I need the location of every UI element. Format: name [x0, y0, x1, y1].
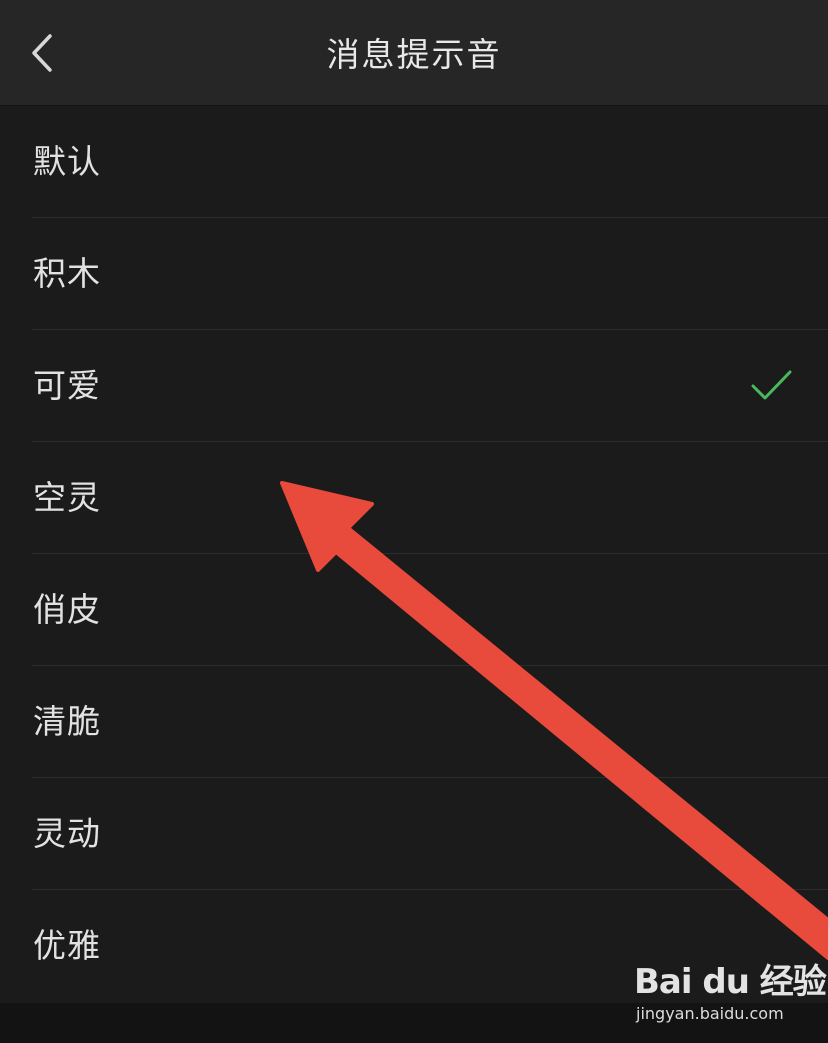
- navigation-bar: 消息提示音: [0, 0, 828, 106]
- list-item-selected[interactable]: 可爱: [0, 330, 828, 442]
- list-item[interactable]: 空灵: [0, 442, 828, 554]
- list-item[interactable]: 俏皮: [0, 554, 828, 666]
- list-item[interactable]: 默认: [0, 106, 828, 218]
- sound-option-label: 优雅: [33, 926, 101, 965]
- list-item[interactable]: 积木: [0, 218, 828, 330]
- sound-option-label: 灵动: [33, 814, 101, 853]
- message-tone-screen: 消息提示音 默认 积木 可爱 空灵 俏皮 清脆 灵动 优雅 Bai du 经验 …: [0, 0, 828, 1043]
- page-title: 消息提示音: [326, 35, 502, 74]
- back-button[interactable]: [18, 28, 68, 78]
- chevron-left-icon: [32, 34, 52, 72]
- sound-list: 默认 积木 可爱 空灵 俏皮 清脆 灵动 优雅: [0, 106, 828, 1002]
- list-item[interactable]: 灵动: [0, 778, 828, 890]
- sound-option-label: 清脆: [33, 702, 101, 741]
- list-item[interactable]: 优雅: [0, 890, 828, 1002]
- checkmark-icon: [751, 370, 792, 400]
- sound-option-label: 空灵: [33, 478, 101, 517]
- bottom-bar: [0, 1003, 828, 1043]
- sound-option-label: 可爱: [33, 366, 101, 405]
- list-item[interactable]: 清脆: [0, 666, 828, 778]
- sound-option-label: 积木: [33, 254, 101, 293]
- sound-option-label: 默认: [33, 142, 101, 181]
- sound-option-label: 俏皮: [33, 590, 101, 629]
